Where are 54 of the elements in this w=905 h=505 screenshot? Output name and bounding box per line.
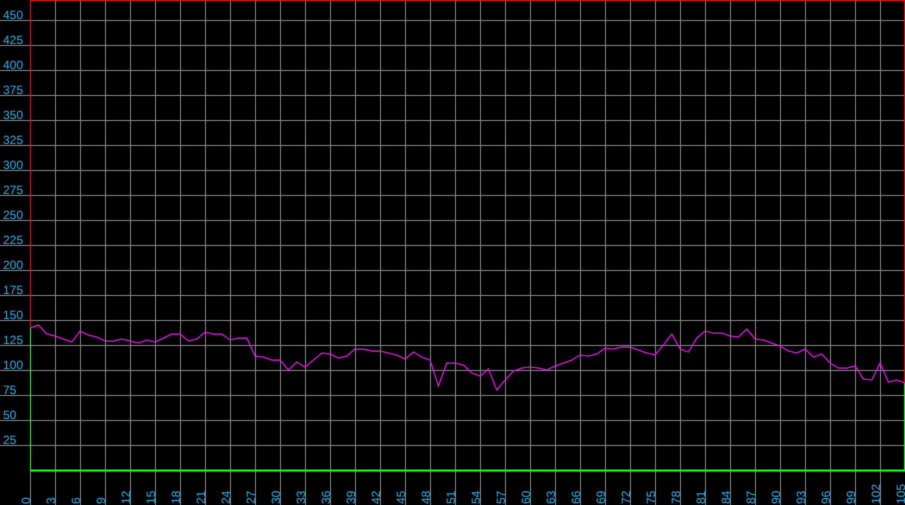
axis-tick-label: 93 xyxy=(794,490,808,504)
axis-tick-label: 425 xyxy=(3,33,24,47)
axis-tick-label: 125 xyxy=(3,333,24,347)
axis-tick-label: 105 xyxy=(894,484,905,504)
axis-tick-label: 400 xyxy=(3,58,24,72)
axis-tick-label: 66 xyxy=(569,490,583,504)
axis-tick-label: 75 xyxy=(644,490,658,504)
axis-tick-label: 450 xyxy=(3,8,24,22)
axis-tick-label: 54 xyxy=(469,490,483,504)
axis-tick-label: 84 xyxy=(719,490,733,504)
axis-tick-label: 102 xyxy=(869,484,883,504)
axis-tick-label: 18 xyxy=(169,490,183,504)
axis-tick-label: 99 xyxy=(844,490,858,504)
axis-tick-label: 6 xyxy=(69,497,83,504)
axis-tick-label: 30 xyxy=(269,490,283,504)
axis-tick-label: 350 xyxy=(3,108,24,122)
axis-tick-label: 57 xyxy=(494,490,508,504)
axis-tick-label: 36 xyxy=(319,490,333,504)
axis-tick-label: 69 xyxy=(594,490,608,504)
axis-tick-label: 96 xyxy=(819,490,833,504)
axis-tick-label: 21 xyxy=(194,490,208,504)
axis-tick-label: 200 xyxy=(3,258,24,272)
axis-tick-label: 75 xyxy=(3,383,16,397)
axis-tick-label: 100 xyxy=(3,358,24,372)
axis-tick-label: 275 xyxy=(3,183,24,197)
axis-tick-label: 9 xyxy=(94,497,108,504)
axis-tick-label: 225 xyxy=(3,233,24,247)
axis-tick-label: 3 xyxy=(44,497,58,504)
axis-tick-label: 150 xyxy=(3,308,24,322)
axis-tick-label: 25 xyxy=(3,433,16,447)
axis-tick-label: 78 xyxy=(669,490,683,504)
axis-tick-label: 250 xyxy=(3,208,24,222)
axis-tick-label: 375 xyxy=(3,83,24,97)
axis-tick-label: 81 xyxy=(694,490,708,504)
axis-tick-label: 51 xyxy=(444,490,458,504)
axis-tick-label: 42 xyxy=(369,490,383,504)
axis-tick-label: 24 xyxy=(219,490,233,504)
axis-tick-label: 325 xyxy=(3,133,24,147)
axis-tick-label: 87 xyxy=(744,490,758,504)
axis-tick-label: 300 xyxy=(3,158,24,172)
axis-tick-label: 90 xyxy=(769,490,783,504)
axis-tick-label: 48 xyxy=(419,490,433,504)
axis-tick-label: 33 xyxy=(294,490,308,504)
axis-tick-label: 27 xyxy=(244,490,258,504)
axis-tick-label: 175 xyxy=(3,283,24,297)
axis-tick-label: 15 xyxy=(144,490,158,504)
axis-tick-label: 50 xyxy=(3,408,16,422)
axis-tick-label: 72 xyxy=(619,490,633,504)
axis-tick-label: 60 xyxy=(519,490,533,504)
axis-tick-label: 39 xyxy=(344,490,358,504)
axis-tick-label: 0 xyxy=(19,497,33,504)
axis-tick-label: 12 xyxy=(119,490,133,504)
axis-tick-label: 45 xyxy=(394,490,408,504)
axis-tick-label: 63 xyxy=(544,490,558,504)
